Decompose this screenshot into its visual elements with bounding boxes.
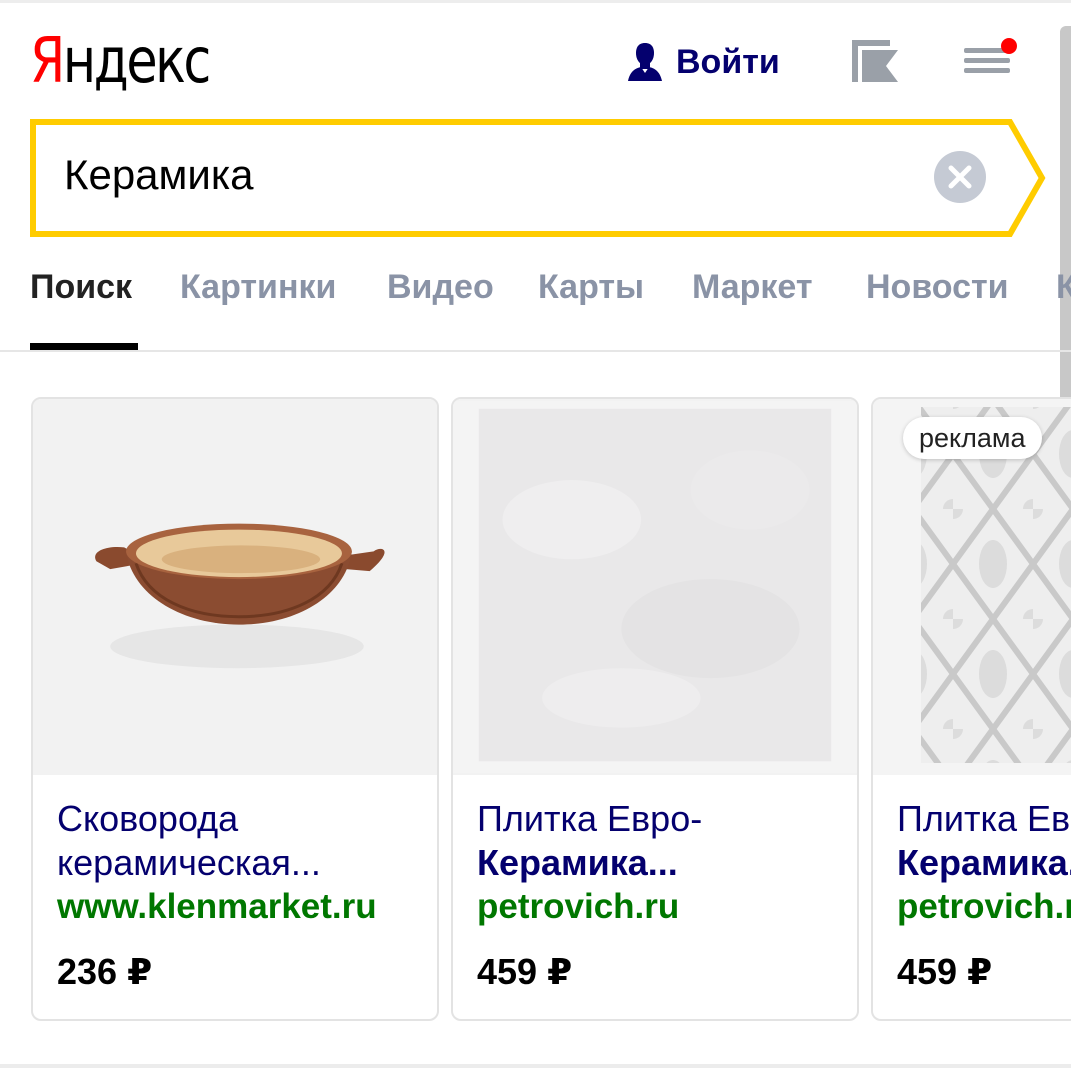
tab-news[interactable]: Новости — [866, 268, 1009, 307]
product-title-highlight: Керамика... — [897, 842, 1071, 883]
product-price: 459 ₽ — [897, 951, 993, 992]
tab-market[interactable]: Маркет — [692, 268, 813, 307]
tile-image — [453, 399, 857, 775]
product-site[interactable]: petrovich.ru — [477, 887, 679, 927]
product-card[interactable]: Сковорода керамическая... www.klenmarket… — [31, 397, 439, 1021]
ceramic-dish-image — [33, 399, 437, 775]
product-title-text: Сковорода керамическая... — [57, 798, 321, 883]
product-title[interactable]: Плитка Евро- Керамика... — [897, 797, 1071, 885]
bottom-divider — [0, 1064, 1071, 1068]
active-tab-indicator — [30, 343, 138, 350]
login-button[interactable]: Войти — [626, 38, 780, 86]
collections-button[interactable] — [848, 36, 902, 86]
search-input[interactable] — [64, 143, 924, 207]
tab-images[interactable]: Картинки — [180, 268, 336, 307]
top-border — [0, 0, 1071, 3]
product-site[interactable]: www.klenmarket.ru — [57, 887, 377, 927]
tab-more[interactable]: К — [1056, 268, 1071, 307]
close-icon — [948, 165, 972, 189]
tab-search[interactable]: Поиск — [30, 268, 132, 307]
ad-badge: реклама — [903, 417, 1042, 459]
hamburger-icon — [964, 38, 1017, 73]
tab-maps[interactable]: Карты — [538, 268, 644, 307]
notification-dot — [1001, 38, 1017, 54]
scrollbar[interactable] — [1060, 26, 1071, 450]
product-title[interactable]: Плитка Евро- Керамика... — [477, 797, 847, 885]
search-tabs: Поиск Картинки Видео Карты Маркет Новост… — [30, 262, 1071, 352]
menu-button[interactable] — [962, 36, 1018, 80]
product-price: 459 ₽ — [477, 951, 573, 992]
product-title-text: Плитка Евро- — [477, 798, 703, 839]
login-label: Войти — [676, 42, 780, 81]
product-title-highlight: Керамика... — [477, 842, 678, 883]
product-price: 236 ₽ — [57, 951, 153, 992]
product-title[interactable]: Сковорода керамическая... — [57, 797, 427, 885]
clear-search-button[interactable] — [934, 151, 986, 203]
product-title-text: Плитка Евро- — [897, 798, 1071, 839]
product-card[interactable]: реклама Плитка Евро- Керамика... petrovi… — [871, 397, 1071, 1021]
product-card[interactable]: Плитка Евро- Керамика... petrovich.ru 45… — [451, 397, 859, 1021]
logo-text: ндекс — [62, 24, 211, 97]
yandex-logo[interactable]: Яндекс — [30, 22, 211, 97]
product-site[interactable]: petrovich.ru — [897, 887, 1071, 927]
damask-tile-image: реклама — [873, 399, 1071, 775]
user-icon — [628, 43, 662, 81]
collections-icon — [852, 40, 898, 82]
tabs-divider — [0, 350, 1071, 352]
search-bar — [30, 119, 1046, 237]
logo-letter: Я — [30, 24, 65, 97]
tab-video[interactable]: Видео — [387, 268, 494, 307]
